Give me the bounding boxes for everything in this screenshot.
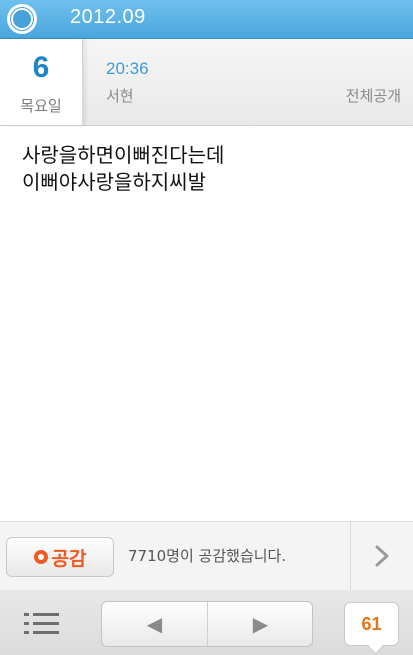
next-post-button[interactable]: ▶ bbox=[208, 602, 313, 646]
page-number-button[interactable]: 61 bbox=[344, 602, 399, 646]
date-header: 6 목요일 20:36 서현 전체공개 bbox=[0, 39, 413, 126]
weekday-label: 목요일 bbox=[20, 97, 62, 115]
previous-post-button[interactable]: ◀ bbox=[102, 602, 207, 646]
empathy-count: 7710명이 공감했습니다. bbox=[128, 547, 287, 565]
post-content: 사랑을하면이뻐진다는데 이뻐야사랑을하지씨발 bbox=[22, 142, 392, 196]
empathy-button[interactable]: 공감 bbox=[6, 537, 114, 577]
day-number: 6 bbox=[32, 51, 50, 84]
top-bar: 2012.09 bbox=[0, 0, 413, 39]
chevron-right-icon-svg bbox=[375, 545, 389, 567]
empathy-icon bbox=[33, 550, 48, 564]
post-time: 20:36 bbox=[106, 59, 149, 78]
post-navigation: ◀ ▶ bbox=[101, 601, 313, 647]
post-location: 서현 bbox=[106, 87, 134, 105]
bottom-bar: ◀ ▶ 61 bbox=[0, 590, 413, 655]
month-title: 2012.09 bbox=[70, 6, 146, 28]
date-box: 6 목요일 bbox=[0, 39, 83, 125]
post-line: 이뻐야사랑을하지씨발 bbox=[22, 170, 206, 194]
empathy-bar: 공감 7710명이 공감했습니다. bbox=[0, 521, 413, 591]
post-line: 사랑을하면이뻐진다는데 bbox=[22, 143, 225, 167]
app-logo-icon[interactable] bbox=[7, 4, 37, 34]
privacy-setting[interactable]: 전체공개 bbox=[346, 85, 401, 106]
empathy-button-label: 공감 bbox=[51, 547, 87, 570]
chevron-right-icon[interactable] bbox=[351, 522, 413, 590]
list-icon[interactable] bbox=[20, 608, 64, 638]
